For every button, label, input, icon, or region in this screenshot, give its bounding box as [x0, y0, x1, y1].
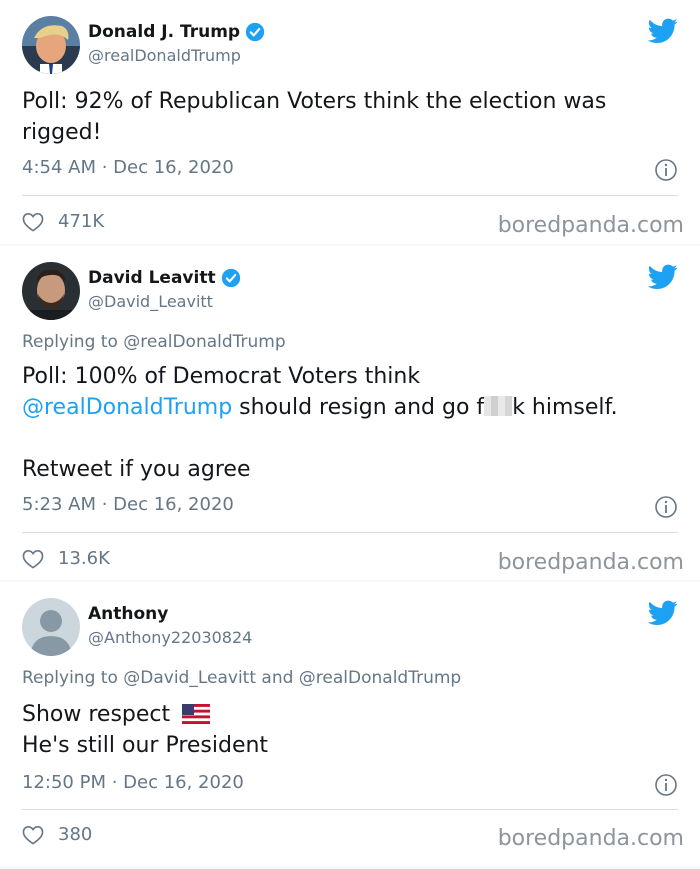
trump-avatar-icon [22, 16, 80, 74]
david-avatar-icon [22, 262, 80, 320]
replying-to: Replying to @David_Leavitt and @realDona… [22, 668, 461, 688]
heart-icon [22, 212, 44, 232]
tweet-timestamp[interactable]: 5:23 AM · Dec 16, 2020 [22, 494, 234, 515]
like-button[interactable]: 380 [22, 824, 92, 845]
tweet-text: Poll: 92% of Republican Voters think the… [22, 86, 678, 148]
tweet-text-line: Retweet if you agree [22, 457, 251, 482]
display-name[interactable]: Donald J. Trump [88, 22, 240, 42]
replying-label: Replying to [22, 332, 118, 352]
tweet-text: Show respect He's still our President [22, 699, 678, 761]
mention-link[interactable]: @realDonaldTrump [22, 395, 232, 420]
tweet-text-segment: k himself. [512, 395, 618, 420]
tweet-text-segment: should resign and go f [232, 395, 485, 420]
user-handle[interactable]: @realDonaldTrump [88, 46, 241, 65]
info-icon[interactable] [654, 158, 678, 182]
like-button[interactable]: 13.6K [22, 548, 110, 569]
reply-mention-link[interactable]: @realDonaldTrump [299, 668, 461, 688]
tweet-text-line: Poll: 92% of Republican Voters think the… [22, 89, 607, 114]
reply-mention-link[interactable]: @realDonaldTrump [123, 332, 285, 352]
heart-icon [22, 825, 44, 845]
heart-icon [22, 549, 44, 569]
info-icon[interactable] [654, 773, 678, 797]
tweet-text-line: @realDonaldTrump should resign and go f k… [22, 392, 678, 423]
tweet-text-line: He's still our President [22, 733, 269, 758]
tweet-card[interactable]: Anthony @Anthony22030824 Replying to @Da… [0, 582, 700, 866]
avatar[interactable] [22, 598, 80, 656]
tweet-card[interactable]: David Leavitt @David_Leavitt Replying to… [0, 246, 700, 580]
avatar[interactable] [22, 262, 80, 320]
tweet-text-line: Show respect [22, 699, 678, 730]
replying-to: Replying to @realDonaldTrump [22, 332, 286, 352]
twitter-bird-icon[interactable] [648, 18, 678, 44]
divider [22, 195, 678, 196]
tweet-card[interactable]: Donald J. Trump @realDonaldTrump Poll: 9… [0, 0, 700, 244]
tweet-feed: Donald J. Trump @realDonaldTrump Poll: 9… [0, 0, 700, 869]
verified-badge-icon [245, 22, 265, 42]
info-icon[interactable] [654, 495, 678, 519]
display-name[interactable]: David Leavitt [88, 268, 216, 288]
display-name[interactable]: Anthony [88, 604, 168, 624]
tweet-text-segment: Show respect [22, 702, 171, 727]
tweet-timestamp[interactable]: 12:50 PM · Dec 16, 2020 [22, 772, 244, 793]
us-flag-icon [182, 704, 211, 724]
tweet-timestamp[interactable]: 4:54 AM · Dec 16, 2020 [22, 157, 234, 178]
like-count: 13.6K [58, 548, 110, 569]
censor-blur [484, 396, 513, 416]
like-count: 380 [58, 824, 93, 845]
replying-label: Replying to [22, 668, 118, 688]
user-handle[interactable]: @Anthony22030824 [88, 628, 252, 647]
like-count: 471K [58, 211, 105, 232]
watermark: boredpanda.com [497, 550, 684, 575]
like-button[interactable]: 471K [22, 211, 104, 232]
tweet-text-line: Poll: 100% of Democrat Voters think [22, 364, 421, 389]
reply-mention-link[interactable]: @David_Leavitt [123, 668, 256, 688]
twitter-bird-icon[interactable] [648, 264, 678, 290]
verified-badge-icon [221, 268, 240, 288]
watermark: boredpanda.com [497, 213, 684, 238]
watermark: boredpanda.com [497, 826, 684, 851]
tweet-text: Poll: 100% of Democrat Voters think @rea… [22, 361, 678, 485]
divider [22, 532, 678, 533]
user-handle[interactable]: @David_Leavitt [88, 292, 213, 311]
twitter-bird-icon[interactable] [648, 600, 678, 626]
replying-and: and [261, 668, 294, 688]
default-avatar-icon [22, 598, 80, 656]
avatar[interactable] [22, 16, 80, 74]
tweet-text-line: rigged! [22, 120, 102, 145]
divider [22, 809, 678, 810]
